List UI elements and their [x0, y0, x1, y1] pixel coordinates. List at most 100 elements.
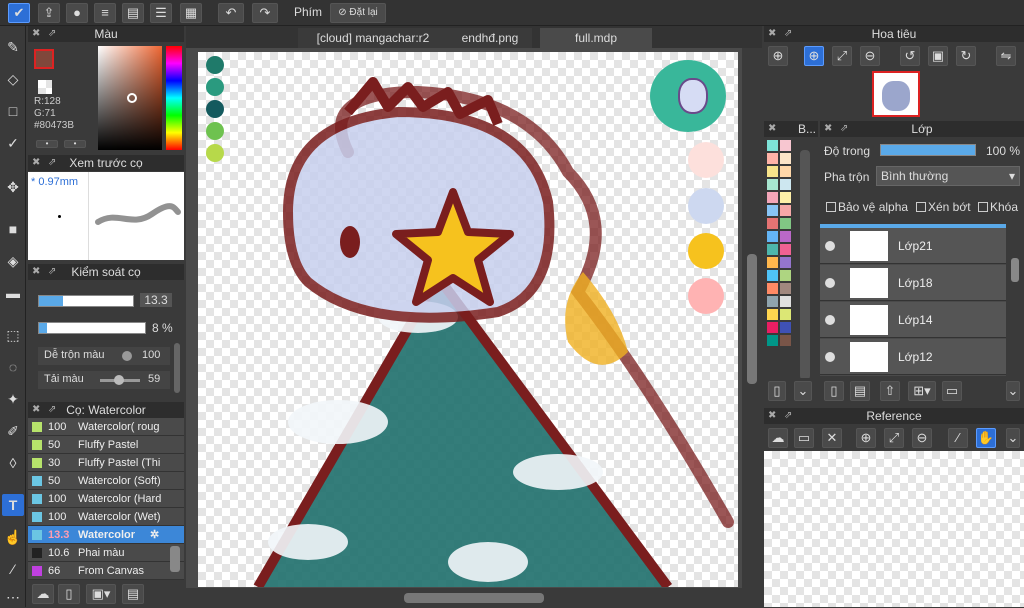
- folder-icon[interactable]: ▭: [942, 381, 962, 401]
- reference-canvas[interactable]: [764, 451, 1024, 607]
- close-reference-icon[interactable]: ✕: [822, 428, 842, 448]
- app-icon[interactable]: ✔: [8, 3, 30, 23]
- add-color-button[interactable]: •: [36, 140, 58, 148]
- layer-row[interactable]: Lớp21: [820, 228, 1006, 264]
- palette-swatch[interactable]: [767, 166, 778, 177]
- palette-swatch[interactable]: [780, 166, 791, 177]
- new-layer-icon[interactable]: ▯: [824, 381, 844, 401]
- canvas-swatch-left-2[interactable]: [206, 78, 224, 96]
- tab-full[interactable]: full.mdp: [540, 28, 652, 48]
- new-brush-icon[interactable]: ▯: [58, 584, 80, 604]
- popout-icon[interactable]: ⇗: [48, 264, 56, 280]
- main-color-swatch[interactable]: [34, 49, 54, 69]
- palette-swatch[interactable]: [767, 296, 778, 307]
- eye-icon[interactable]: [825, 352, 835, 362]
- select-pen-icon[interactable]: ✐: [2, 420, 24, 442]
- palette-swatch[interactable]: [767, 309, 778, 320]
- close-icon[interactable]: ✖: [32, 155, 40, 171]
- gear-icon[interactable]: ✲: [150, 526, 159, 544]
- palette-scrollbar[interactable]: [800, 150, 810, 380]
- palette-swatch[interactable]: [780, 153, 791, 164]
- navigator-thumbnail[interactable]: [872, 71, 920, 117]
- canvas-swatch-left-3[interactable]: [206, 100, 224, 118]
- layer-row[interactable]: Lớp12: [820, 339, 1006, 375]
- close-icon[interactable]: ✖: [768, 408, 776, 424]
- canvas-vscroll[interactable]: [742, 48, 762, 588]
- brush-item[interactable]: 100 Watercolor (Wet): [28, 508, 184, 526]
- blend-mode-select[interactable]: Bình thường ▾: [876, 166, 1020, 186]
- reset-view-icon[interactable]: ▣: [928, 46, 948, 66]
- close-icon[interactable]: ✖: [32, 264, 40, 280]
- palette-swatch[interactable]: [767, 179, 778, 190]
- palette-swatch[interactable]: [767, 218, 778, 229]
- opacity-slider[interactable]: [38, 322, 146, 334]
- palette-swatch[interactable]: [767, 335, 778, 346]
- popout-icon[interactable]: ⇗: [48, 26, 56, 42]
- ref-zoom-out-icon[interactable]: ⊖: [912, 428, 932, 448]
- hue-bar[interactable]: [166, 46, 182, 150]
- flip-icon[interactable]: ⇋: [996, 46, 1016, 66]
- gradient-tool-icon[interactable]: ▬: [2, 282, 24, 304]
- brush-item[interactable]: 30 Fluffy Pastel (Thi: [28, 454, 184, 472]
- palette-swatch[interactable]: [780, 335, 791, 346]
- bucket-tool-icon[interactable]: ◈: [2, 250, 24, 272]
- canvas-vscroll-thumb[interactable]: [747, 254, 757, 384]
- chat-icon[interactable]: ●: [66, 3, 88, 23]
- eye-icon[interactable]: [825, 241, 835, 251]
- palette-swatch[interactable]: [780, 270, 791, 281]
- rotate-right-icon[interactable]: ↻: [956, 46, 976, 66]
- size-value[interactable]: 13.3: [140, 293, 172, 307]
- canvas-swatch-right-3[interactable]: [688, 233, 724, 269]
- palette-swatch[interactable]: [780, 179, 791, 190]
- close-icon[interactable]: ✖: [768, 26, 776, 42]
- palette-swatch[interactable]: [767, 140, 778, 151]
- eraser-tool-icon[interactable]: ◇: [2, 68, 24, 90]
- canvas-swatch-right-2[interactable]: [688, 188, 724, 224]
- lock-checkbox[interactable]: [978, 202, 988, 212]
- zoom-in-icon[interactable]: ⊕: [804, 46, 824, 66]
- redo-icon[interactable]: ↷: [252, 3, 278, 23]
- palette-swatch[interactable]: [767, 270, 778, 281]
- close-icon[interactable]: ✖: [32, 26, 40, 42]
- palette-swatch[interactable]: [767, 283, 778, 294]
- lasso-tool-icon[interactable]: ◌: [2, 356, 24, 378]
- popout-icon[interactable]: ⇗: [840, 121, 848, 137]
- palette-swatch[interactable]: [780, 244, 791, 255]
- canvas[interactable]: [198, 52, 738, 587]
- cloud-icon[interactable]: ☁: [32, 584, 54, 604]
- open-folder-icon[interactable]: ▭: [794, 428, 814, 448]
- palette-swatch[interactable]: [780, 218, 791, 229]
- palette-swatch[interactable]: [767, 257, 778, 268]
- palette-swatch[interactable]: [767, 153, 778, 164]
- brush-item[interactable]: 10.6 Phai màu: [28, 544, 184, 562]
- popout-icon[interactable]: ⇗: [784, 408, 792, 424]
- palette-swatch[interactable]: [767, 205, 778, 216]
- brush-item[interactable]: 50 Fluffy Pastel: [28, 436, 184, 454]
- text-tool-icon[interactable]: T: [2, 494, 24, 516]
- picker-button[interactable]: •: [64, 140, 86, 148]
- tab-endhd[interactable]: endhđ.png: [448, 28, 532, 48]
- more-tool-icon[interactable]: ⋯: [2, 586, 24, 608]
- add-layer-menu-icon[interactable]: ⊞▾: [908, 381, 936, 401]
- palette-swatch[interactable]: [780, 296, 791, 307]
- palette-swatch[interactable]: [780, 257, 791, 268]
- close-icon[interactable]: ✖: [768, 121, 776, 137]
- palette-swatch[interactable]: [767, 231, 778, 242]
- copy-layer-icon[interactable]: ▤: [850, 381, 870, 401]
- palette-swatch[interactable]: [780, 322, 791, 333]
- ref-fit-icon[interactable]: ⤢: [884, 428, 904, 448]
- layer-row[interactable]: Lớp18: [820, 265, 1006, 301]
- hand-tool-icon[interactable]: ☝: [2, 526, 24, 548]
- rotate-left-icon[interactable]: ↺: [900, 46, 920, 66]
- blend-knob[interactable]: [122, 351, 132, 361]
- undo-icon[interactable]: ↶: [218, 3, 244, 23]
- canvas-swatch-left-5[interactable]: [206, 144, 224, 162]
- fill-rect-tool-icon[interactable]: ■: [2, 218, 24, 240]
- brush-settings-icon[interactable]: ▤: [122, 584, 144, 604]
- select-eraser-icon[interactable]: ◊: [2, 452, 24, 474]
- brush-item[interactable]: 66 From Canvas: [28, 562, 184, 580]
- canvas-hscroll[interactable]: [186, 588, 762, 607]
- popout-icon[interactable]: ⇗: [784, 26, 792, 42]
- tab-cloud[interactable]: [cloud] mangachar:r2: [298, 28, 448, 48]
- canvas-swatch-left-1[interactable]: [206, 56, 224, 74]
